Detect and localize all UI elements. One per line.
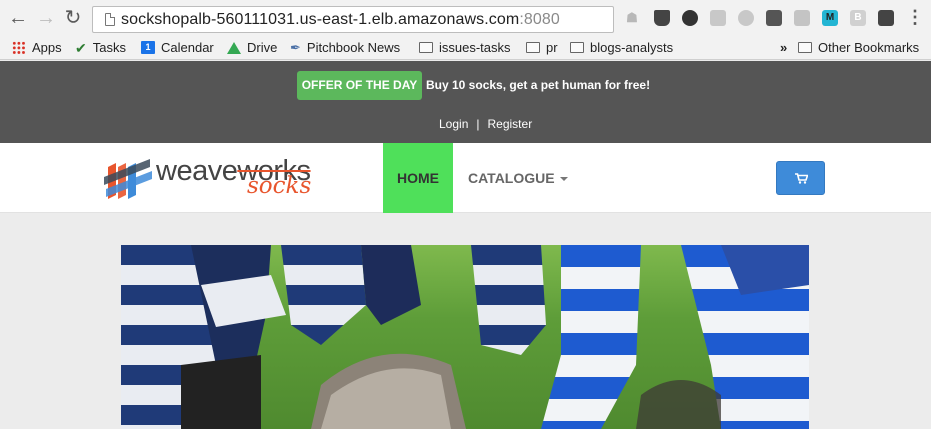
bookmark-other-bookmarks[interactable]: Other Bookmarks bbox=[798, 38, 919, 58]
logo-socks-text: socks bbox=[247, 173, 312, 199]
folder-icon bbox=[798, 42, 812, 54]
weaveworks-socks-logo[interactable]: weaveworks socks bbox=[104, 153, 349, 203]
ghostery-icon[interactable]: ☗ bbox=[624, 10, 640, 26]
bookmark-label: Other Bookmarks bbox=[818, 40, 920, 55]
bookmark-tasks[interactable]: ✔ Tasks bbox=[75, 38, 126, 58]
bookmark-issues-tasks[interactable]: issues-tasks bbox=[419, 38, 511, 58]
calendar-icon: 1 bbox=[141, 41, 155, 55]
hero-banner-image bbox=[121, 245, 809, 429]
offer-of-the-day-button[interactable]: OFFER OF THE DAY bbox=[297, 71, 422, 100]
bookmark-calendar[interactable]: 1 Calendar bbox=[141, 38, 214, 58]
weaveworks-logo-icon bbox=[104, 159, 152, 199]
register-link[interactable]: Register bbox=[488, 117, 533, 131]
b-extension-icon[interactable]: B bbox=[850, 10, 866, 26]
bookmark-label: blogs-analysts bbox=[590, 40, 674, 55]
cast-icon[interactable] bbox=[710, 10, 726, 26]
url-text[interactable]: sockshopalb-560111031.us-east-1.elb.amaz… bbox=[121, 11, 560, 29]
bookmark-blogs-analysts[interactable]: blogs-analysts bbox=[570, 38, 673, 58]
url-host: sockshopalb-560111031.us-east-1.elb.amaz… bbox=[121, 11, 520, 28]
bookmark-label: Apps bbox=[32, 40, 62, 55]
cart-icon bbox=[795, 173, 808, 184]
offer-text: Buy 10 socks, get a pet human for free! bbox=[426, 78, 651, 92]
m-extension-icon[interactable]: M bbox=[822, 10, 838, 26]
site-navbar: weaveworks socks HOME CATALOGUE bbox=[0, 143, 931, 213]
glass-icon[interactable] bbox=[654, 10, 670, 26]
browser-toolbar: ← → ↻ sockshopalb-560111031.us-east-1.el… bbox=[0, 0, 931, 36]
logo-weave-text: weave bbox=[156, 155, 238, 187]
bookmark-label: issues-tasks bbox=[439, 40, 511, 55]
nav-catalogue[interactable]: CATALOGUE bbox=[468, 143, 568, 213]
bookmark-label: Drive bbox=[247, 40, 278, 55]
bookmark-label: Tasks bbox=[92, 40, 126, 55]
apps-grid-icon bbox=[12, 41, 26, 55]
drive-icon bbox=[227, 41, 241, 54]
square-icon[interactable] bbox=[766, 10, 782, 26]
bookmark-label: pr bbox=[546, 40, 558, 55]
folder-icon bbox=[419, 42, 433, 54]
address-bar[interactable]: sockshopalb-560111031.us-east-1.elb.amaz… bbox=[92, 6, 614, 33]
power-icon[interactable] bbox=[738, 10, 754, 26]
auth-links: Login | Register bbox=[439, 117, 532, 131]
bookmarks-bar: Apps ✔ Tasks 1 Calendar Drive ✒ Pitchbook N… bbox=[0, 36, 931, 60]
hubspot-icon[interactable] bbox=[878, 10, 894, 26]
drive-extension-icon[interactable] bbox=[794, 10, 810, 26]
bookmark-label: Calendar bbox=[161, 40, 214, 55]
folder-icon bbox=[570, 42, 584, 54]
page-icon bbox=[105, 13, 115, 26]
url-port: :8080 bbox=[519, 11, 560, 28]
site-top-bar: OFFER OF THE DAY Buy 10 socks, get a pet… bbox=[0, 61, 931, 143]
hero-socks-illustration bbox=[121, 245, 809, 429]
checkmark-icon: ✔ bbox=[75, 39, 87, 56]
caret-down-icon bbox=[559, 177, 568, 182]
bookmark-label: Pitchbook News bbox=[306, 40, 401, 55]
refresh-circle-icon[interactable] bbox=[682, 10, 698, 26]
back-arrow-icon[interactable]: ← bbox=[8, 8, 28, 28]
auth-separator: | bbox=[476, 117, 480, 131]
bookmarks-overflow-chevron-icon[interactable]: » bbox=[780, 38, 787, 58]
nav-home[interactable]: HOME bbox=[383, 143, 453, 213]
bookmark-apps[interactable]: Apps bbox=[12, 38, 62, 58]
reload-icon[interactable]: ↻ bbox=[63, 8, 83, 28]
bookmark-pr[interactable]: pr bbox=[526, 38, 558, 58]
nav-catalogue-label: CATALOGUE bbox=[468, 170, 555, 186]
cart-button[interactable] bbox=[776, 161, 825, 195]
login-link[interactable]: Login bbox=[439, 117, 468, 131]
bookmark-drive[interactable]: Drive bbox=[227, 38, 277, 58]
folder-icon bbox=[526, 42, 540, 54]
bookmark-pitchbook-news[interactable]: ✒ Pitchbook News bbox=[290, 38, 400, 58]
feather-icon: ✒ bbox=[290, 39, 301, 55]
browser-menu-icon[interactable]: ⋮ bbox=[906, 8, 924, 28]
forward-arrow-icon[interactable]: → bbox=[36, 8, 56, 28]
